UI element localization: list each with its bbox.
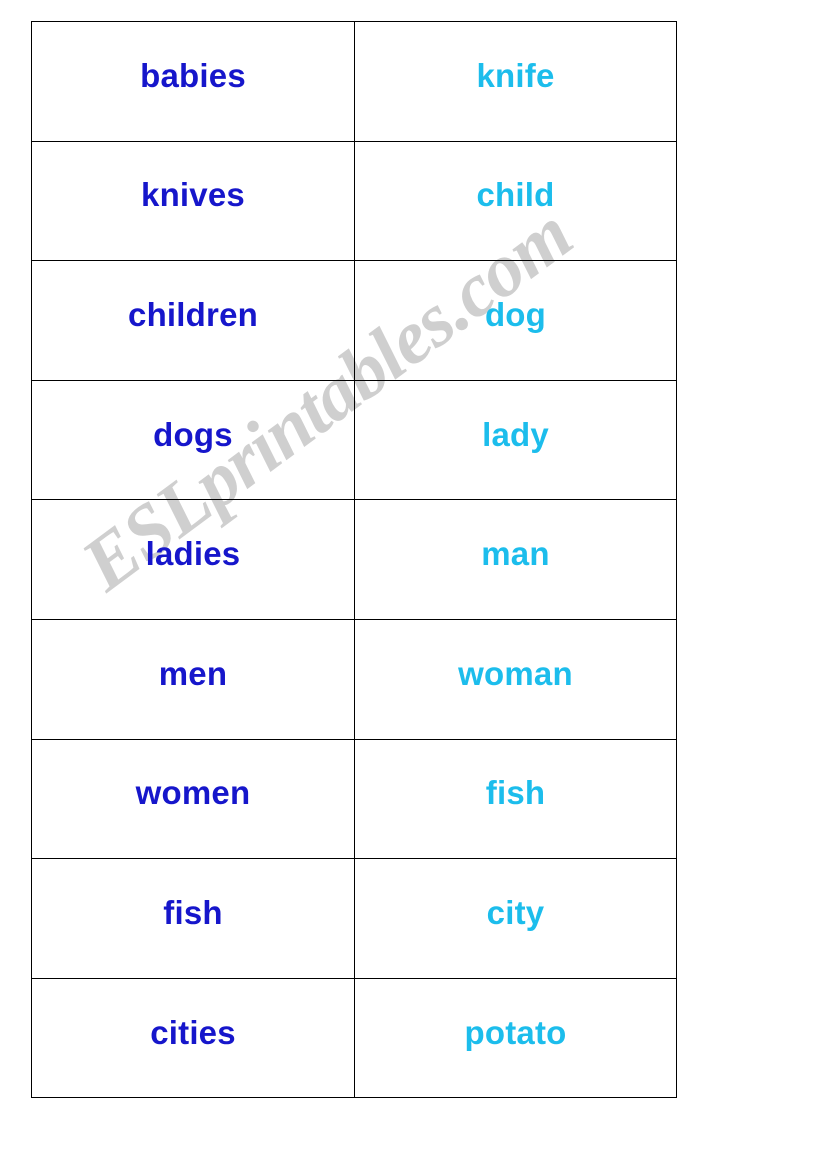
cell-plural[interactable]: children	[31, 260, 355, 381]
word-plural: cities	[150, 1013, 236, 1051]
word-plural: knives	[141, 176, 245, 214]
cell-plural[interactable]: dogs	[31, 379, 355, 501]
word-plural: children	[128, 295, 258, 333]
table-row: children dog	[31, 260, 677, 381]
cell-singular[interactable]: dog	[354, 260, 677, 381]
cell-plural[interactable]: cities	[31, 977, 355, 1099]
word-singular: woman	[458, 654, 573, 692]
word-singular: knife	[476, 56, 555, 94]
cell-singular[interactable]: knife	[354, 21, 677, 142]
cell-singular[interactable]: woman	[354, 618, 677, 740]
word-singular: dog	[484, 295, 547, 333]
cell-singular[interactable]: lady	[354, 379, 677, 501]
word-singular: child	[476, 176, 555, 214]
table-row: women fish	[31, 738, 677, 860]
cell-plural[interactable]: babies	[31, 21, 355, 142]
cell-singular[interactable]: child	[354, 140, 677, 262]
cell-singular[interactable]: city	[354, 858, 677, 979]
table-row: ladies man	[31, 499, 677, 620]
word-plural: ladies	[145, 535, 241, 573]
worksheet-page: ESLprintables.com babies knife knives ch…	[0, 0, 821, 1169]
word-singular: man	[481, 535, 550, 573]
cell-plural[interactable]: women	[31, 738, 355, 860]
word-singular: city	[486, 893, 545, 931]
table-row: babies knife	[31, 21, 677, 142]
table-row: cities potato	[31, 977, 677, 1099]
word-plural: men	[158, 654, 228, 692]
cell-plural[interactable]: ladies	[31, 499, 355, 620]
word-plural: women	[135, 774, 251, 812]
cell-plural[interactable]: knives	[31, 140, 355, 262]
table-row: knives child	[31, 140, 677, 262]
word-singular: lady	[482, 415, 549, 453]
cell-plural[interactable]: men	[31, 618, 355, 740]
cell-singular[interactable]: potato	[354, 977, 677, 1099]
word-singular: fish	[485, 774, 546, 812]
cell-plural[interactable]: fish	[31, 858, 355, 979]
table-row: fish city	[31, 858, 677, 979]
word-plural: babies	[140, 56, 246, 94]
table-row: dogs lady	[31, 379, 677, 501]
word-plural: dogs	[153, 415, 233, 453]
word-pairs-table: babies knife knives child children dog d…	[31, 21, 677, 1099]
word-plural: fish	[163, 893, 223, 931]
word-singular: potato	[464, 1013, 567, 1051]
cell-singular[interactable]: man	[354, 499, 677, 620]
table-row: men woman	[31, 618, 677, 740]
cell-singular[interactable]: fish	[354, 738, 677, 860]
word-pairs-body: babies knife knives child children dog d…	[31, 21, 677, 1099]
